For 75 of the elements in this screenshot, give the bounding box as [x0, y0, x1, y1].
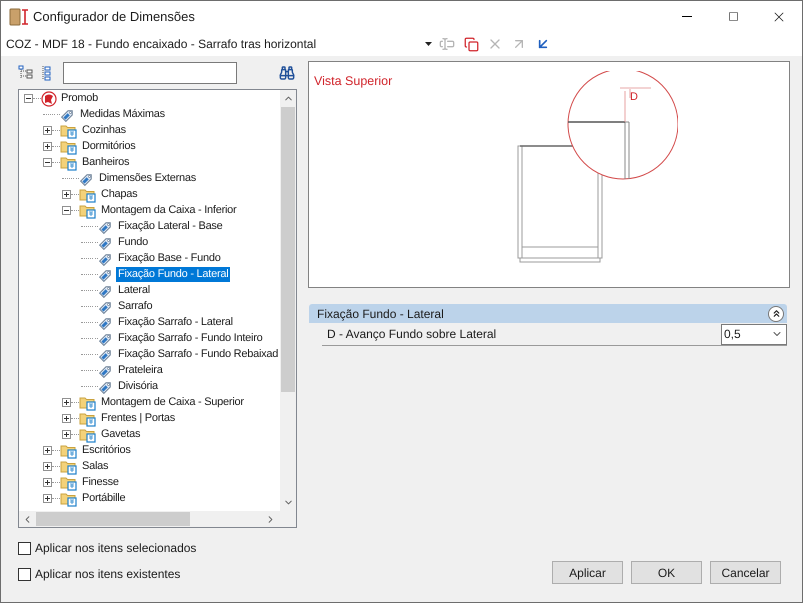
- checkbox-label: Aplicar nos itens existentes: [35, 566, 180, 583]
- tree-item[interactable]: Fixação Sarrafo - Lateral: [116, 315, 235, 330]
- folder-icon: [60, 490, 78, 507]
- value-dropdown[interactable]: 0,5: [721, 324, 787, 344]
- folder-icon: [79, 410, 97, 427]
- group-title: Fixação Fundo - Lateral: [317, 306, 444, 322]
- tree-item[interactable]: Sarrafo: [116, 299, 154, 314]
- folder-icon: [60, 442, 78, 459]
- tree-item[interactable]: Promob: [59, 91, 100, 106]
- search-icon[interactable]: [279, 64, 295, 81]
- tree-item[interactable]: Fixação Fundo - Lateral: [116, 267, 230, 282]
- expand-toggle[interactable]: [43, 494, 52, 504]
- tree-item[interactable]: Fixação Sarrafo - Fundo Rebaixad: [116, 347, 280, 362]
- folder-icon: [60, 458, 78, 475]
- tree-item[interactable]: Medidas Máximas: [78, 107, 167, 122]
- vertical-scrollbar[interactable]: [280, 90, 296, 511]
- tree-item[interactable]: Frentes | Portas: [99, 411, 178, 426]
- tree-item[interactable]: Dimensões Externas: [97, 171, 198, 186]
- tree-item[interactable]: Gavetas: [99, 427, 142, 442]
- collapse-toggle[interactable]: [62, 206, 71, 216]
- caret-icon: [425, 42, 432, 46]
- checkbox[interactable]: [18, 542, 31, 554]
- expand-toggle[interactable]: [43, 446, 52, 456]
- horizontal-scrollbar[interactable]: [19, 511, 296, 527]
- tree-item[interactable]: Fixação Base - Fundo: [116, 251, 223, 266]
- minimize-icon: [682, 16, 692, 17]
- dimension-label: D: [630, 90, 638, 103]
- tree-item[interactable]: Banheiros: [80, 155, 132, 170]
- tree-item[interactable]: Portábille: [80, 491, 128, 506]
- app-icon: [9, 8, 31, 26]
- tree-item[interactable]: Cozinhas: [80, 123, 128, 138]
- expand-toggle[interactable]: [43, 126, 52, 136]
- tree-item[interactable]: Fundo: [116, 235, 150, 250]
- window-title: Configurador de Dimensões: [33, 8, 195, 26]
- folder-icon: [60, 138, 78, 155]
- folder-icon: [79, 426, 97, 443]
- expand-toggle[interactable]: [62, 398, 71, 408]
- checkbox[interactable]: [18, 568, 31, 580]
- tree-item[interactable]: Montagem da Caixa - Inferior: [99, 203, 238, 218]
- tree-item[interactable]: Montagem de Caixa - Superior: [99, 395, 246, 410]
- tree-item[interactable]: Divisória: [116, 379, 160, 394]
- dialog-button[interactable]: Aplicar: [552, 561, 623, 584]
- collapse-toggle[interactable]: [43, 158, 52, 168]
- folder-icon: [79, 202, 97, 219]
- tree-item[interactable]: Lateral: [116, 283, 152, 298]
- chevrons-up-icon: [770, 308, 782, 319]
- tree-item[interactable]: Prateleira: [116, 363, 165, 378]
- dialog-button[interactable]: OK: [631, 561, 702, 584]
- maximize-icon: [728, 11, 738, 22]
- expand-toggle[interactable]: [43, 478, 52, 488]
- folder-icon: [60, 154, 78, 171]
- expand-toggle[interactable]: [62, 414, 71, 424]
- tree-item[interactable]: Dormitórios: [80, 139, 138, 154]
- checkbox-label: Aplicar nos itens selecionados: [35, 540, 196, 557]
- tree-item[interactable]: Fixação Lateral - Base: [116, 219, 225, 234]
- dialog-button[interactable]: Cancelar: [710, 561, 781, 584]
- collapse-button[interactable]: [768, 306, 784, 322]
- expand-toggle[interactable]: [43, 462, 52, 472]
- tree-item[interactable]: Finesse: [80, 475, 121, 490]
- preview-title: Vista Superior: [314, 73, 392, 90]
- folder-icon: [60, 122, 78, 139]
- tree-item[interactable]: Chapas: [99, 187, 140, 202]
- expand-toggle[interactable]: [62, 190, 71, 200]
- folder-icon: [79, 186, 97, 203]
- tree-item[interactable]: Fixação Sarrafo - Fundo Inteiro: [116, 331, 264, 346]
- expand-toggle[interactable]: [62, 430, 71, 440]
- folder-icon: [60, 474, 78, 491]
- tree-collapse-icon[interactable]: [18, 64, 34, 81]
- expand-toggle[interactable]: [43, 142, 52, 152]
- collapse-toggle[interactable]: [24, 94, 33, 104]
- folder-icon: [79, 394, 97, 411]
- tree-item[interactable]: Salas: [80, 459, 110, 474]
- tree-item[interactable]: Escritórios: [80, 443, 133, 458]
- search-field[interactable]: [63, 62, 237, 84]
- property-label: D - Avanço Fundo sobre Lateral: [327, 326, 496, 343]
